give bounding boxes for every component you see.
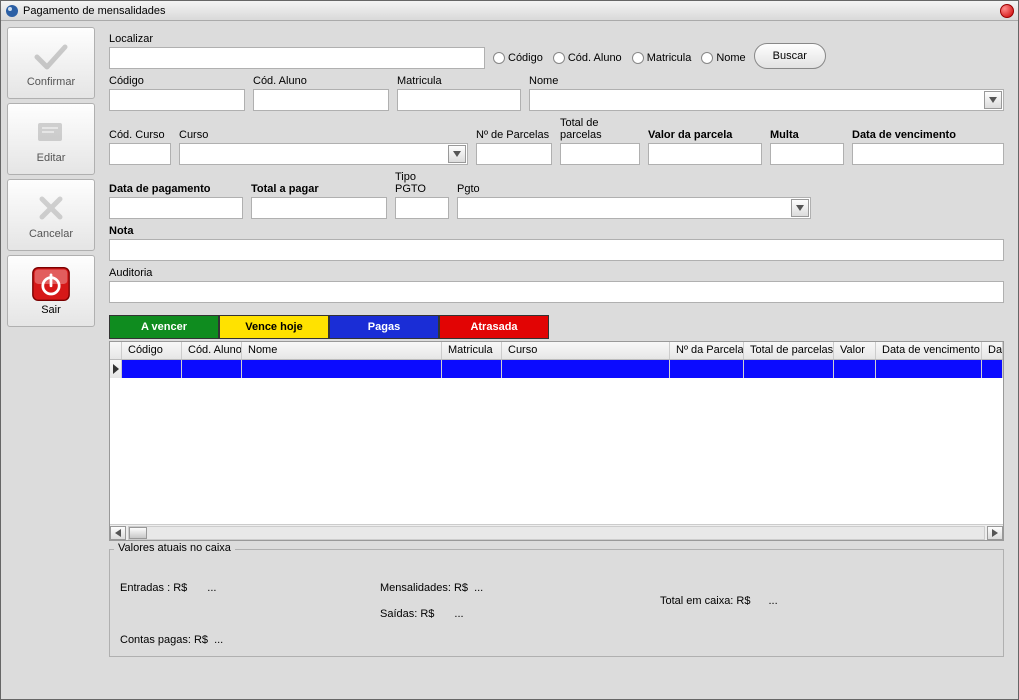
multa-input[interactable] [770, 143, 844, 165]
data-pag-input[interactable] [109, 197, 243, 219]
nome-combo[interactable] [529, 89, 1004, 111]
th-cod-aluno[interactable]: Cód. Aluno [182, 342, 242, 359]
confirm-label: Confirmar [27, 76, 75, 88]
chevron-down-icon [791, 199, 809, 217]
th-data-venc[interactable]: Data de vencimento [876, 342, 982, 359]
valor-parcela-input[interactable] [648, 143, 762, 165]
x-icon [31, 190, 71, 226]
search-input[interactable] [109, 47, 485, 69]
table-row[interactable] [110, 360, 1003, 378]
th-codigo[interactable]: Código [122, 342, 182, 359]
radio-icon [493, 52, 505, 64]
scroll-right-icon[interactable] [987, 526, 1003, 540]
th-n-parcela[interactable]: Nº da Parcela [670, 342, 744, 359]
cancel-label: Cancelar [29, 228, 73, 240]
th-extra[interactable]: Da [982, 342, 1003, 359]
nota-label: Nota [109, 225, 1004, 237]
confirm-button[interactable]: Confirmar [7, 27, 95, 99]
titlebar: Pagamento de mensalidades [1, 1, 1018, 21]
scroll-left-icon[interactable] [110, 526, 126, 540]
valor-parcela-label: Valor da parcela [648, 129, 762, 141]
search-button[interactable]: Buscar [754, 43, 826, 69]
chevron-down-icon [984, 91, 1002, 109]
codigo-input[interactable] [109, 89, 245, 111]
total-parcelas-label: Total de parcelas [560, 117, 640, 141]
status-legend: A vencer Vence hoje Pagas Atrasada [109, 315, 1004, 339]
horizontal-scrollbar[interactable] [110, 524, 1003, 540]
exit-label: Sair [41, 304, 61, 316]
window-title: Pagamento de mensalidades [23, 5, 1000, 17]
sidebar: Confirmar Editar Cancelar [1, 21, 101, 699]
mensalidades-table[interactable]: Código Cód. Aluno Nome Matricula Curso N… [109, 341, 1004, 541]
total-pagar-input[interactable] [251, 197, 387, 219]
scroll-track[interactable] [128, 526, 985, 540]
radio-nome[interactable]: Nome [701, 52, 745, 64]
auditoria-input[interactable] [109, 281, 1004, 303]
th-curso[interactable]: Curso [502, 342, 670, 359]
data-pag-label: Data de pagamento [109, 183, 243, 195]
pgto-combo[interactable] [457, 197, 811, 219]
search-label: Localizar [109, 33, 485, 45]
codigo-label: Código [109, 75, 245, 87]
status-atrasada[interactable]: Atrasada [439, 315, 549, 339]
status-vence-hoje[interactable]: Vence hoje [219, 315, 329, 339]
entradas-row: Entradas : R$ ... [120, 582, 360, 594]
edit-button[interactable]: Editar [7, 103, 95, 175]
curso-label: Curso [179, 129, 468, 141]
matricula-label: Matricula [397, 75, 521, 87]
radio-icon [632, 52, 644, 64]
valores-group-title: Valores atuais no caixa [114, 542, 235, 554]
radio-icon [701, 52, 713, 64]
row-indicator-header [110, 342, 122, 359]
th-valor[interactable]: Valor [834, 342, 876, 359]
cod-aluno-label: Cód. Aluno [253, 75, 389, 87]
table-header: Código Cód. Aluno Nome Matricula Curso N… [110, 342, 1003, 360]
contas-pagas-row: Contas pagas: R$ ... [120, 634, 360, 646]
row-pointer-icon [110, 360, 122, 378]
mensalidades-row: Mensalidades: R$ ... [380, 582, 640, 594]
auditoria-label: Auditoria [109, 267, 1004, 279]
power-icon [31, 266, 71, 302]
th-total-parcelas[interactable]: Total de parcelas [744, 342, 834, 359]
saidas-row: Saídas: R$ ... [380, 608, 640, 620]
exit-button[interactable]: Sair [7, 255, 95, 327]
cod-curso-input[interactable] [109, 143, 171, 165]
nota-input[interactable] [109, 239, 1004, 261]
radio-codigo[interactable]: Código [493, 52, 543, 64]
close-icon[interactable] [1000, 4, 1014, 18]
matricula-input[interactable] [397, 89, 521, 111]
n-parcelas-label: Nº de Parcelas [476, 129, 552, 141]
radio-icon [553, 52, 565, 64]
valores-caixa-group: Valores atuais no caixa Entradas : R$ ..… [109, 549, 1004, 657]
app-icon [5, 4, 19, 18]
check-icon [31, 38, 71, 74]
pgto-label: Pgto [457, 183, 811, 195]
radio-cod-aluno[interactable]: Cód. Aluno [553, 52, 622, 64]
cod-curso-label: Cód. Curso [109, 129, 171, 141]
nome-label: Nome [529, 75, 1004, 87]
scroll-thumb[interactable] [129, 527, 147, 539]
data-venc-label: Data de vencimento [852, 129, 1004, 141]
n-parcelas-input[interactable] [476, 143, 552, 165]
total-pagar-label: Total a pagar [251, 183, 387, 195]
status-a-vencer[interactable]: A vencer [109, 315, 219, 339]
edit-label: Editar [37, 152, 66, 164]
cod-aluno-input[interactable] [253, 89, 389, 111]
radio-matricula[interactable]: Matricula [632, 52, 692, 64]
total-parcelas-input[interactable] [560, 143, 640, 165]
data-venc-input[interactable] [852, 143, 1004, 165]
cancel-button[interactable]: Cancelar [7, 179, 95, 251]
curso-combo[interactable] [179, 143, 468, 165]
th-matricula[interactable]: Matricula [442, 342, 502, 359]
total-caixa-row: Total em caixa: R$ ... [660, 582, 960, 620]
tipo-pgto-input[interactable] [395, 197, 449, 219]
tipo-pgto-label: Tipo PGTO [395, 171, 449, 195]
pagamento-window: Pagamento de mensalidades Confirmar Edit… [0, 0, 1019, 700]
chevron-down-icon [448, 145, 466, 163]
multa-label: Multa [770, 129, 844, 141]
edit-icon [31, 114, 71, 150]
content-area: Localizar Código Cód. Aluno Matricula No… [101, 21, 1018, 699]
status-pagas[interactable]: Pagas [329, 315, 439, 339]
th-nome[interactable]: Nome [242, 342, 442, 359]
